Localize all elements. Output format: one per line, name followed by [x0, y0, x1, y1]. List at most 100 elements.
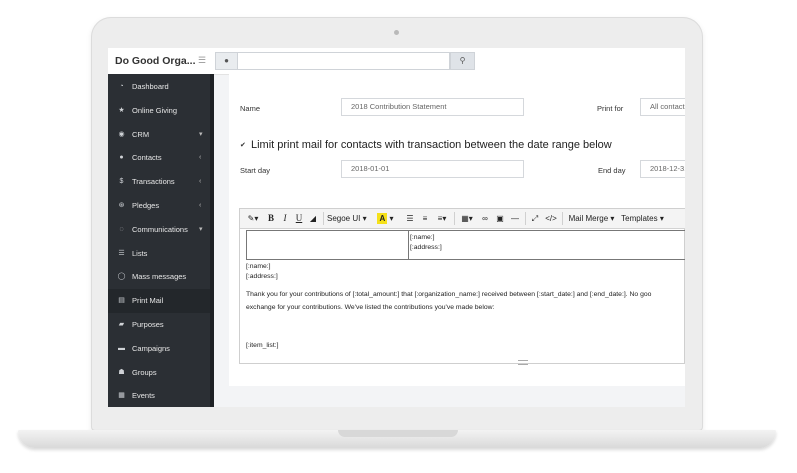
sidebar: ◔ Dashboard ★ Online Giving ◉ CRM ▾ ● Contacts ‹ $…	[108, 74, 214, 407]
sidebar-item-print-mail[interactable]: ▤ Print Mail	[108, 289, 210, 314]
sidebar-item-label: Print Mail	[132, 296, 164, 306]
resize-handle[interactable]	[518, 360, 528, 365]
rich-text-editor: ✎▾ B I U ◢ Segoe UI ▾ A ▾ ☰ ≡ ≡▾ ▦▾ ∞ ▣ …	[239, 208, 685, 365]
merge-field-name: [:name:]	[410, 234, 435, 241]
sidebar-item-label: Lists	[132, 248, 148, 258]
name-merge-line: [:name:]	[246, 263, 271, 270]
font-name: Segoe UI	[327, 214, 361, 223]
underline-button[interactable]: U	[294, 209, 304, 228]
chevron-down-icon: ▾	[199, 130, 203, 138]
sidebar-item-label: Campaigns	[132, 343, 170, 353]
sidebar-item-events[interactable]: ▦ Events	[108, 384, 210, 407]
table-cell: [:name:] [:address:]	[410, 233, 442, 253]
dashboard-icon: ◔	[119, 83, 124, 90]
bullet-list-icon[interactable]: ☰	[405, 209, 415, 228]
book-icon: ▰	[118, 321, 125, 328]
sidebar-item-label: Events	[132, 391, 155, 401]
name-field[interactable]: 2018 Contribution Statement	[341, 98, 524, 116]
mail-merge-label: Mail Merge	[568, 214, 609, 223]
sidebar-item-label: Dashboard	[132, 82, 169, 91]
align-icon[interactable]: ≡▾	[434, 209, 450, 228]
limit-checkbox-row[interactable]: ✔ Limit print mail for contacts with tran…	[240, 139, 612, 151]
file-icon: ▤	[118, 297, 125, 305]
user-circle-icon: ◉	[118, 130, 125, 138]
name-label: Name	[240, 104, 261, 113]
link-icon[interactable]: ∞	[480, 209, 490, 228]
sidebar-item-label: Purposes	[132, 320, 164, 329]
sidebar-scrollbar[interactable]	[210, 74, 214, 407]
sidebar-item-communications[interactable]: ◌ Communications ▾	[108, 218, 210, 242]
numbered-list-icon[interactable]: ≡	[420, 209, 430, 228]
mail-merge-dropdown[interactable]: Mail Merge ▾	[567, 209, 616, 228]
print-for-label: Print for	[597, 104, 624, 113]
table-icon[interactable]: ▦▾	[459, 209, 475, 228]
toolbar-divider	[323, 212, 324, 225]
font-family-select[interactable]: Segoe UI ▾	[327, 209, 367, 228]
body-paragraph-line1: Thank you for your contributions of [:to…	[246, 291, 652, 298]
sidebar-item-label: Contacts	[132, 153, 162, 163]
chevron-left-icon: ‹	[199, 154, 202, 162]
handshake-icon: ⊛	[118, 202, 125, 209]
sidebar-item-crm[interactable]: ◉ CRM ▾	[108, 123, 210, 147]
sidebar-item-label: Mass messages	[132, 272, 187, 282]
end-day-label: End day	[598, 166, 626, 175]
comment-icon: ◯	[117, 273, 126, 281]
font-color-icon: A	[377, 213, 388, 224]
sidebar-item-contacts[interactable]: ● Contacts ‹	[108, 146, 210, 170]
folder-icon: ▬	[118, 344, 125, 352]
magic-wand-icon[interactable]: ✎▾	[243, 209, 263, 228]
list-icon: ☰	[118, 249, 125, 257]
star-icon: ★	[118, 106, 125, 114]
sidebar-item-groups[interactable]: ☗ Groups	[108, 361, 210, 385]
sidebar-item-dashboard[interactable]: ◔ Dashboard	[108, 75, 210, 99]
sidebar-item-label: Pledges	[132, 201, 160, 210]
sidebar-item-campaigns[interactable]: ▬ Campaigns	[108, 337, 210, 361]
sidebar-item-pledges[interactable]: ⊛ Pledges ‹	[108, 194, 210, 218]
sidebar-item-label: Online Giving	[132, 105, 178, 115]
users-icon: ☗	[118, 368, 125, 376]
end-day-field[interactable]: 2018-12-31	[640, 160, 685, 178]
search-input[interactable]	[238, 52, 450, 70]
italic-button[interactable]: I	[280, 209, 290, 228]
dollar-icon: $	[119, 178, 124, 186]
comments-icon: ◌	[119, 225, 124, 233]
eraser-icon[interactable]: ◢	[308, 209, 318, 228]
toolbar-divider	[525, 212, 526, 225]
laptop-notch	[338, 430, 458, 437]
toolbar-divider	[562, 212, 563, 225]
sidebar-item-online-giving[interactable]: ★ Online Giving	[108, 99, 210, 123]
font-color-button[interactable]: A ▾	[373, 209, 398, 228]
print-for-select[interactable]: All contacts	[640, 98, 685, 116]
templates-label: Templates	[621, 214, 658, 223]
image-icon[interactable]: ▣	[495, 209, 505, 228]
address-merge-line: [:address:]	[246, 273, 278, 280]
start-day-label: Start day	[240, 166, 271, 175]
toolbar-divider	[454, 212, 455, 225]
start-day-field[interactable]: 2018-01-01	[341, 160, 524, 178]
sidebar-item-purposes[interactable]: ▰ Purposes	[108, 313, 210, 337]
user-icon: ●	[119, 154, 124, 162]
sidebar-item-label: Communications	[132, 224, 188, 234]
merge-field-address: [:address:]	[410, 244, 442, 251]
fullscreen-icon[interactable]: ⤢	[530, 209, 540, 228]
main-content: Name 2018 Contribution Statement Print f…	[229, 74, 685, 386]
templates-dropdown[interactable]: Templates ▾	[620, 209, 665, 228]
sidebar-item-transactions[interactable]: $ Transactions ‹	[108, 170, 210, 194]
calendar-icon: ▦	[118, 392, 125, 400]
horizontal-rule-icon[interactable]: —	[510, 209, 520, 228]
checkbox-icon[interactable]: ✔	[240, 142, 247, 149]
chevron-left-icon: ‹	[199, 178, 202, 186]
sidebar-item-mass-messages[interactable]: ◯ Mass messages	[108, 265, 210, 289]
sidebar-item-label: CRM	[132, 129, 150, 139]
camera-dot	[394, 30, 399, 35]
chevron-left-icon: ‹	[199, 202, 202, 209]
sidebar-item-label: Groups	[132, 367, 157, 377]
user-icon: ●	[215, 52, 238, 70]
bold-button[interactable]: B	[266, 209, 276, 228]
sidebar-item-label: Transactions	[132, 177, 175, 187]
menu-toggle-icon[interactable]: ☰	[198, 56, 207, 65]
code-view-icon[interactable]: </>	[544, 209, 558, 228]
search-icon[interactable]: ⚲	[450, 52, 475, 70]
address-table: [:name:] [:address:]	[246, 230, 685, 260]
sidebar-item-lists[interactable]: ☰ Lists	[108, 242, 210, 266]
